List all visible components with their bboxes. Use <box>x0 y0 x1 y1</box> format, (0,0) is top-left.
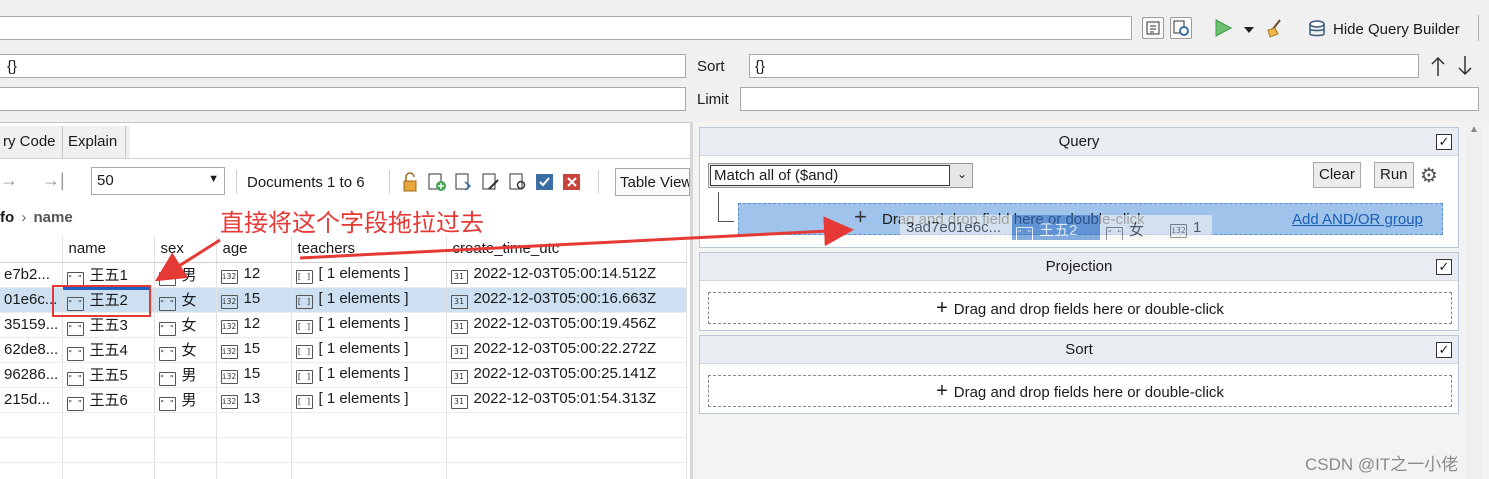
watermark: CSDN @IT之一小佬 <box>1305 455 1459 474</box>
annotation-arrow <box>154 216 854 282</box>
